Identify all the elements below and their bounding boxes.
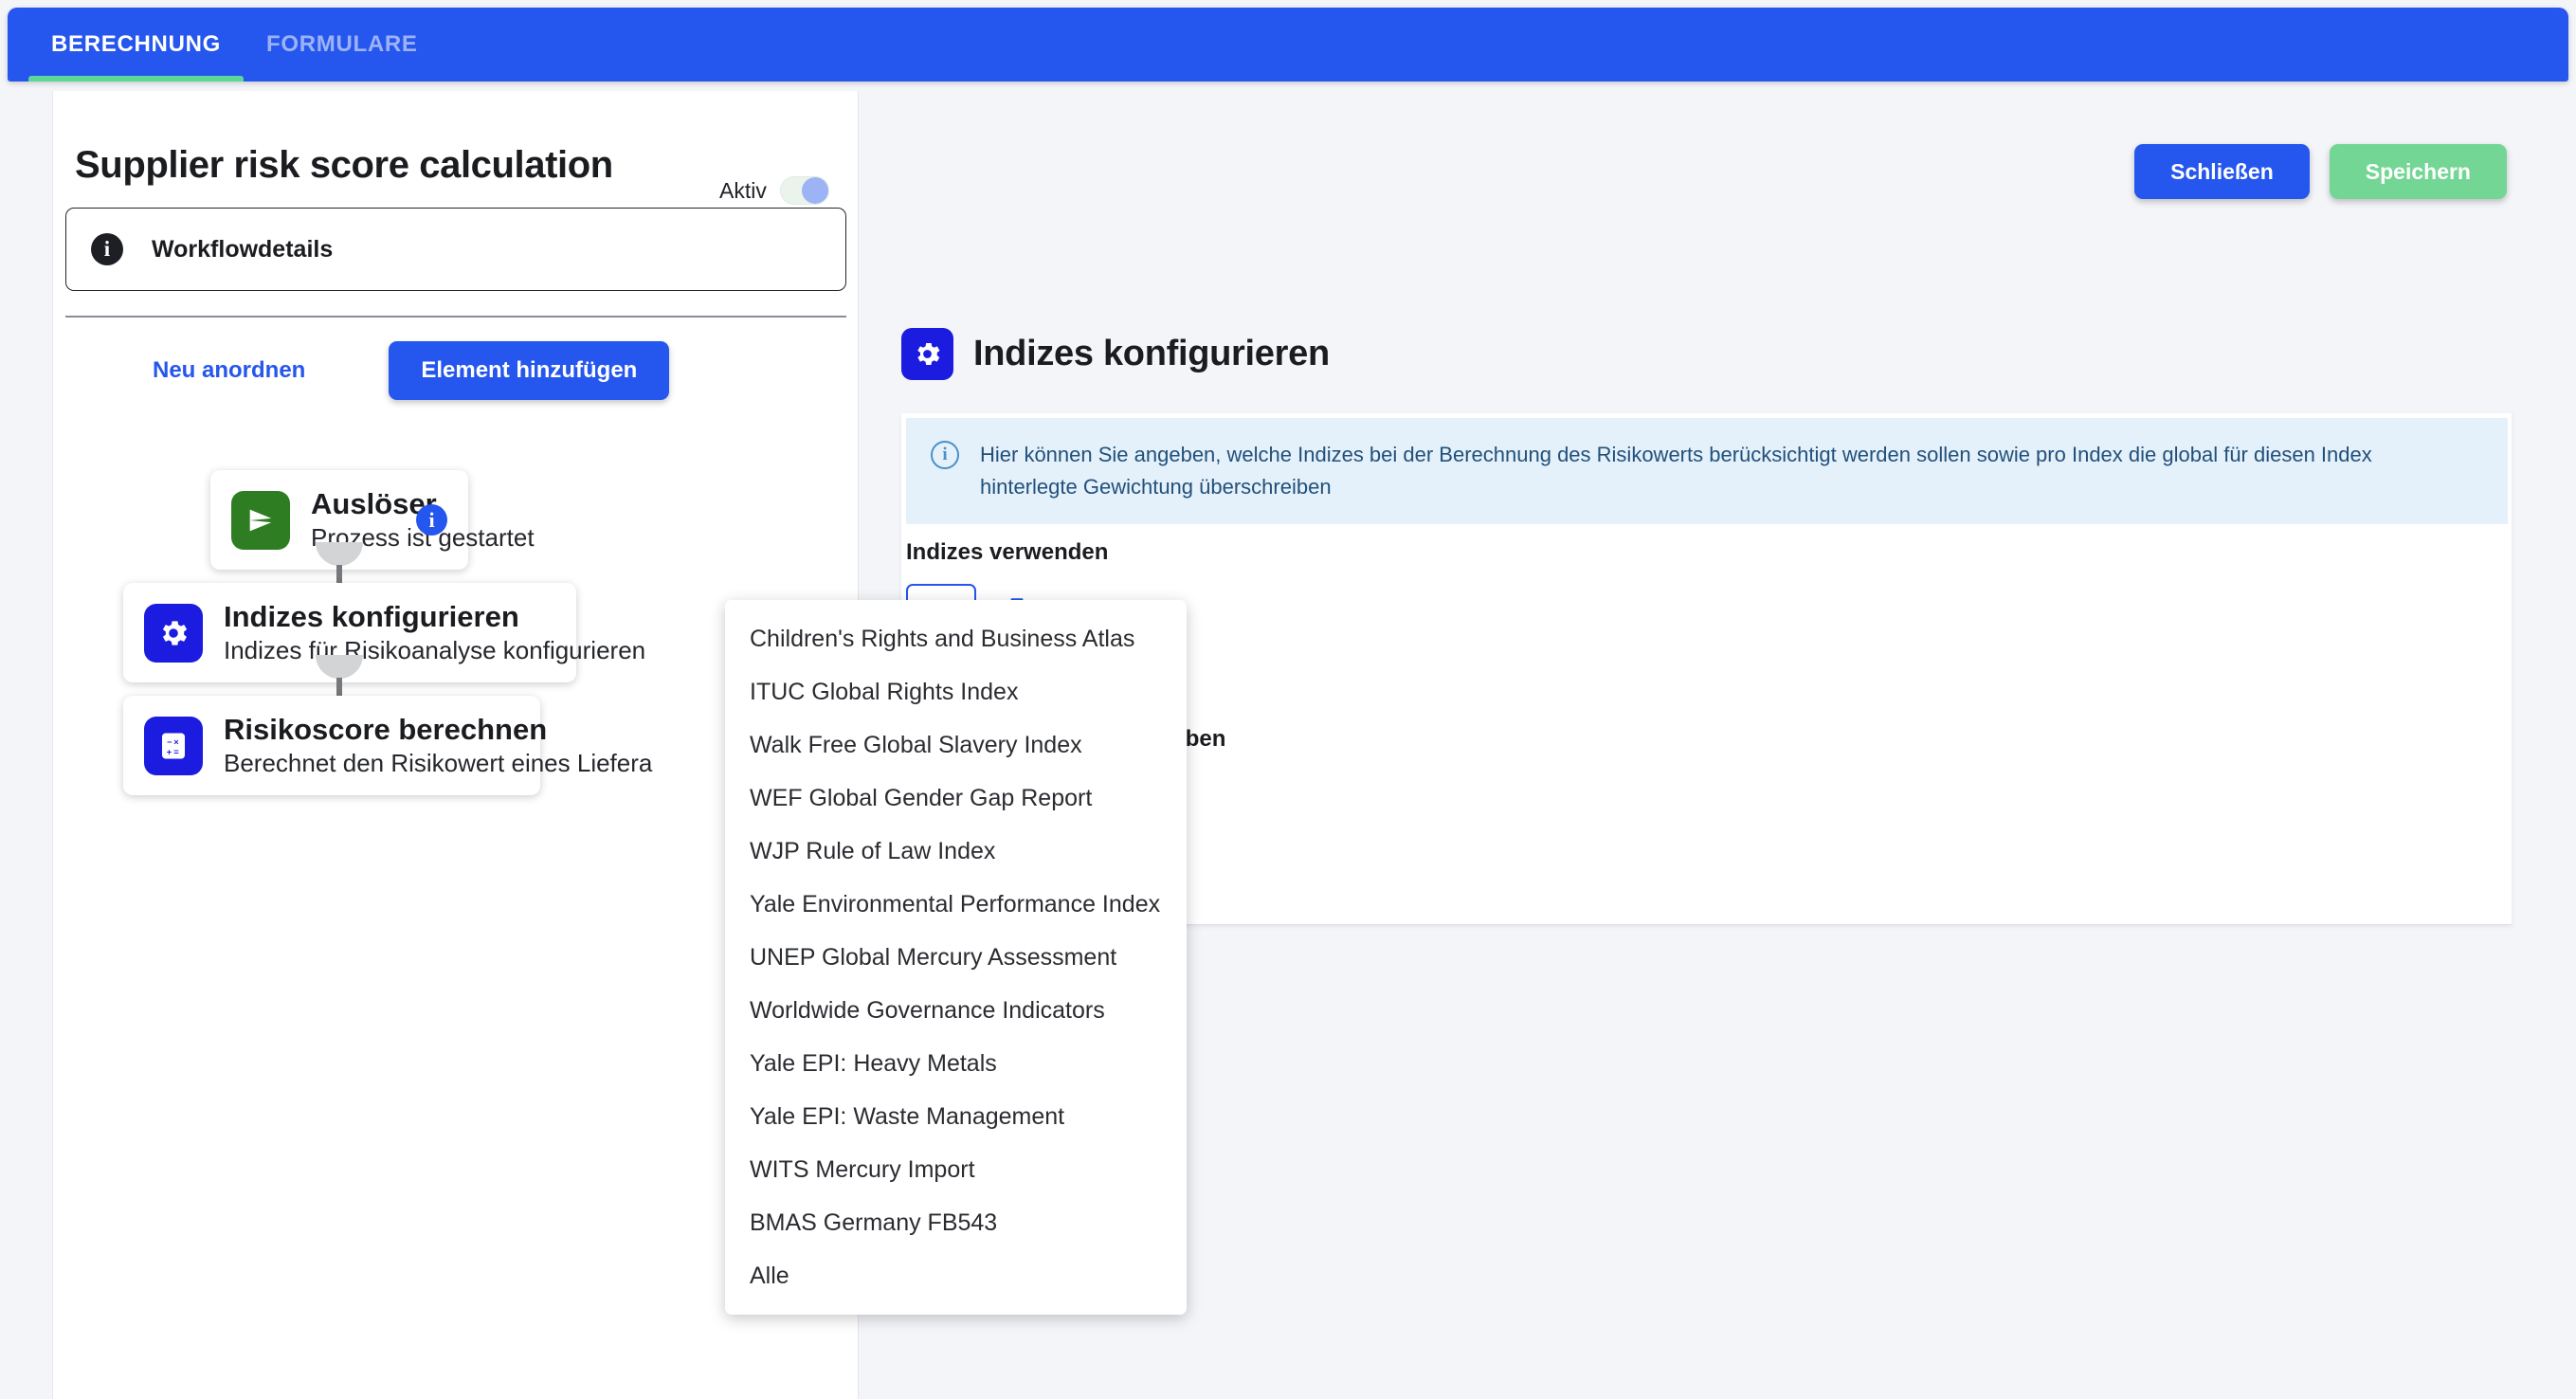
play-triangle-icon (231, 490, 290, 550)
node-text: Risikoscore berechnen Berechnet den Risi… (224, 713, 653, 778)
workflow-node-calculate-risk-score[interactable]: − × + = Risikoscore berechnen Berechnet … (123, 696, 653, 795)
calculator-icon: − × + = (144, 716, 203, 775)
app-root: BERECHNUNG FORMULARE Supplier risk score… (0, 0, 2576, 1399)
gear-icon (144, 603, 203, 663)
dropdown-item[interactable]: Yale Environmental Performance Index (725, 878, 1187, 931)
toggle-knob (801, 177, 828, 204)
svg-text:−: − (167, 737, 172, 747)
dropdown-item[interactable]: Children's Rights and Business Atlas (725, 612, 1187, 665)
dropdown-item[interactable]: Alle (725, 1249, 1187, 1302)
dropdown-item[interactable]: Walk Free Global Slavery Index (725, 718, 1187, 772)
active-toggle-group: Aktiv (719, 176, 829, 205)
page-title: Supplier risk score calculation (75, 144, 613, 186)
dropdown-item[interactable]: Worldwide Governance Indicators (725, 984, 1187, 1037)
tab-formulare[interactable]: FORMULARE (244, 8, 441, 82)
tab-formulare-label: FORMULARE (266, 31, 418, 57)
dropdown-item[interactable]: UNEP Global Mercury Assessment (725, 931, 1187, 984)
dropdown-item[interactable]: Yale EPI: Waste Management (725, 1090, 1187, 1143)
svg-text:×: × (173, 737, 179, 747)
active-toggle[interactable] (779, 176, 829, 205)
info-banner: i Hier können Sie angeben, welche Indize… (906, 418, 2508, 525)
info-icon: i (91, 233, 123, 265)
info-badge-icon[interactable]: i (416, 504, 447, 536)
divider (65, 316, 846, 318)
node-title: Auslöser (311, 487, 437, 520)
active-toggle-label: Aktiv (719, 177, 767, 203)
node-text: Indizes konfigurieren Indizes für Risiko… (224, 600, 646, 665)
tab-berechnung-label: BERECHNUNG (51, 31, 222, 57)
dropdown-item[interactable]: Yale EPI: Heavy Metals (725, 1037, 1187, 1090)
dropdown-item[interactable]: WEF Global Gender Gap Report (725, 772, 1187, 825)
close-button[interactable]: Schließen (2134, 144, 2310, 199)
workflow-actions: Neu anordnen Element hinzufügen (65, 336, 846, 406)
svg-text:+: + (167, 747, 172, 756)
add-element-button[interactable]: Element hinzufügen (389, 341, 670, 400)
node-description: Indizes für Risikoanalyse konfigurieren (224, 636, 646, 664)
node-title: Risikoscore berechnen (224, 713, 548, 746)
svg-text:=: = (173, 747, 179, 756)
save-button[interactable]: Speichern (2329, 144, 2507, 199)
dropdown-item[interactable]: ITUC Global Rights Index (725, 665, 1187, 718)
detail-actions: Schließen Speichern (2134, 144, 2507, 199)
reorder-button[interactable]: Neu anordnen (134, 357, 324, 384)
dropdown-item[interactable]: WJP Rule of Law Index (725, 825, 1187, 878)
workflow-details-label: Workflowdetails (152, 235, 334, 263)
node-description: Berechnet den Risikowert eines Liefera (224, 749, 653, 777)
indices-dropdown-menu: Children's Rights and Business Atlas ITU… (725, 600, 1187, 1315)
dropdown-item[interactable]: BMAS Germany FB543 (725, 1196, 1187, 1249)
detail-heading: Indizes konfigurieren (901, 328, 1330, 380)
dropdown-item[interactable]: WITS Mercury Import (725, 1143, 1187, 1196)
tab-bar: BERECHNUNG FORMULARE (8, 8, 2568, 82)
info-banner-text: Hier können Sie angeben, welche Indizes … (980, 443, 2372, 500)
info-circle-icon: i (931, 441, 959, 469)
detail-title: Indizes konfigurieren (973, 334, 1330, 373)
node-title: Indizes konfigurieren (224, 600, 519, 633)
gear-icon (901, 328, 953, 380)
workflow-details-button[interactable]: i Workflowdetails (65, 208, 846, 291)
indices-field-label: Indizes verwenden (906, 539, 1109, 565)
tab-berechnung[interactable]: BERECHNUNG (28, 8, 245, 82)
